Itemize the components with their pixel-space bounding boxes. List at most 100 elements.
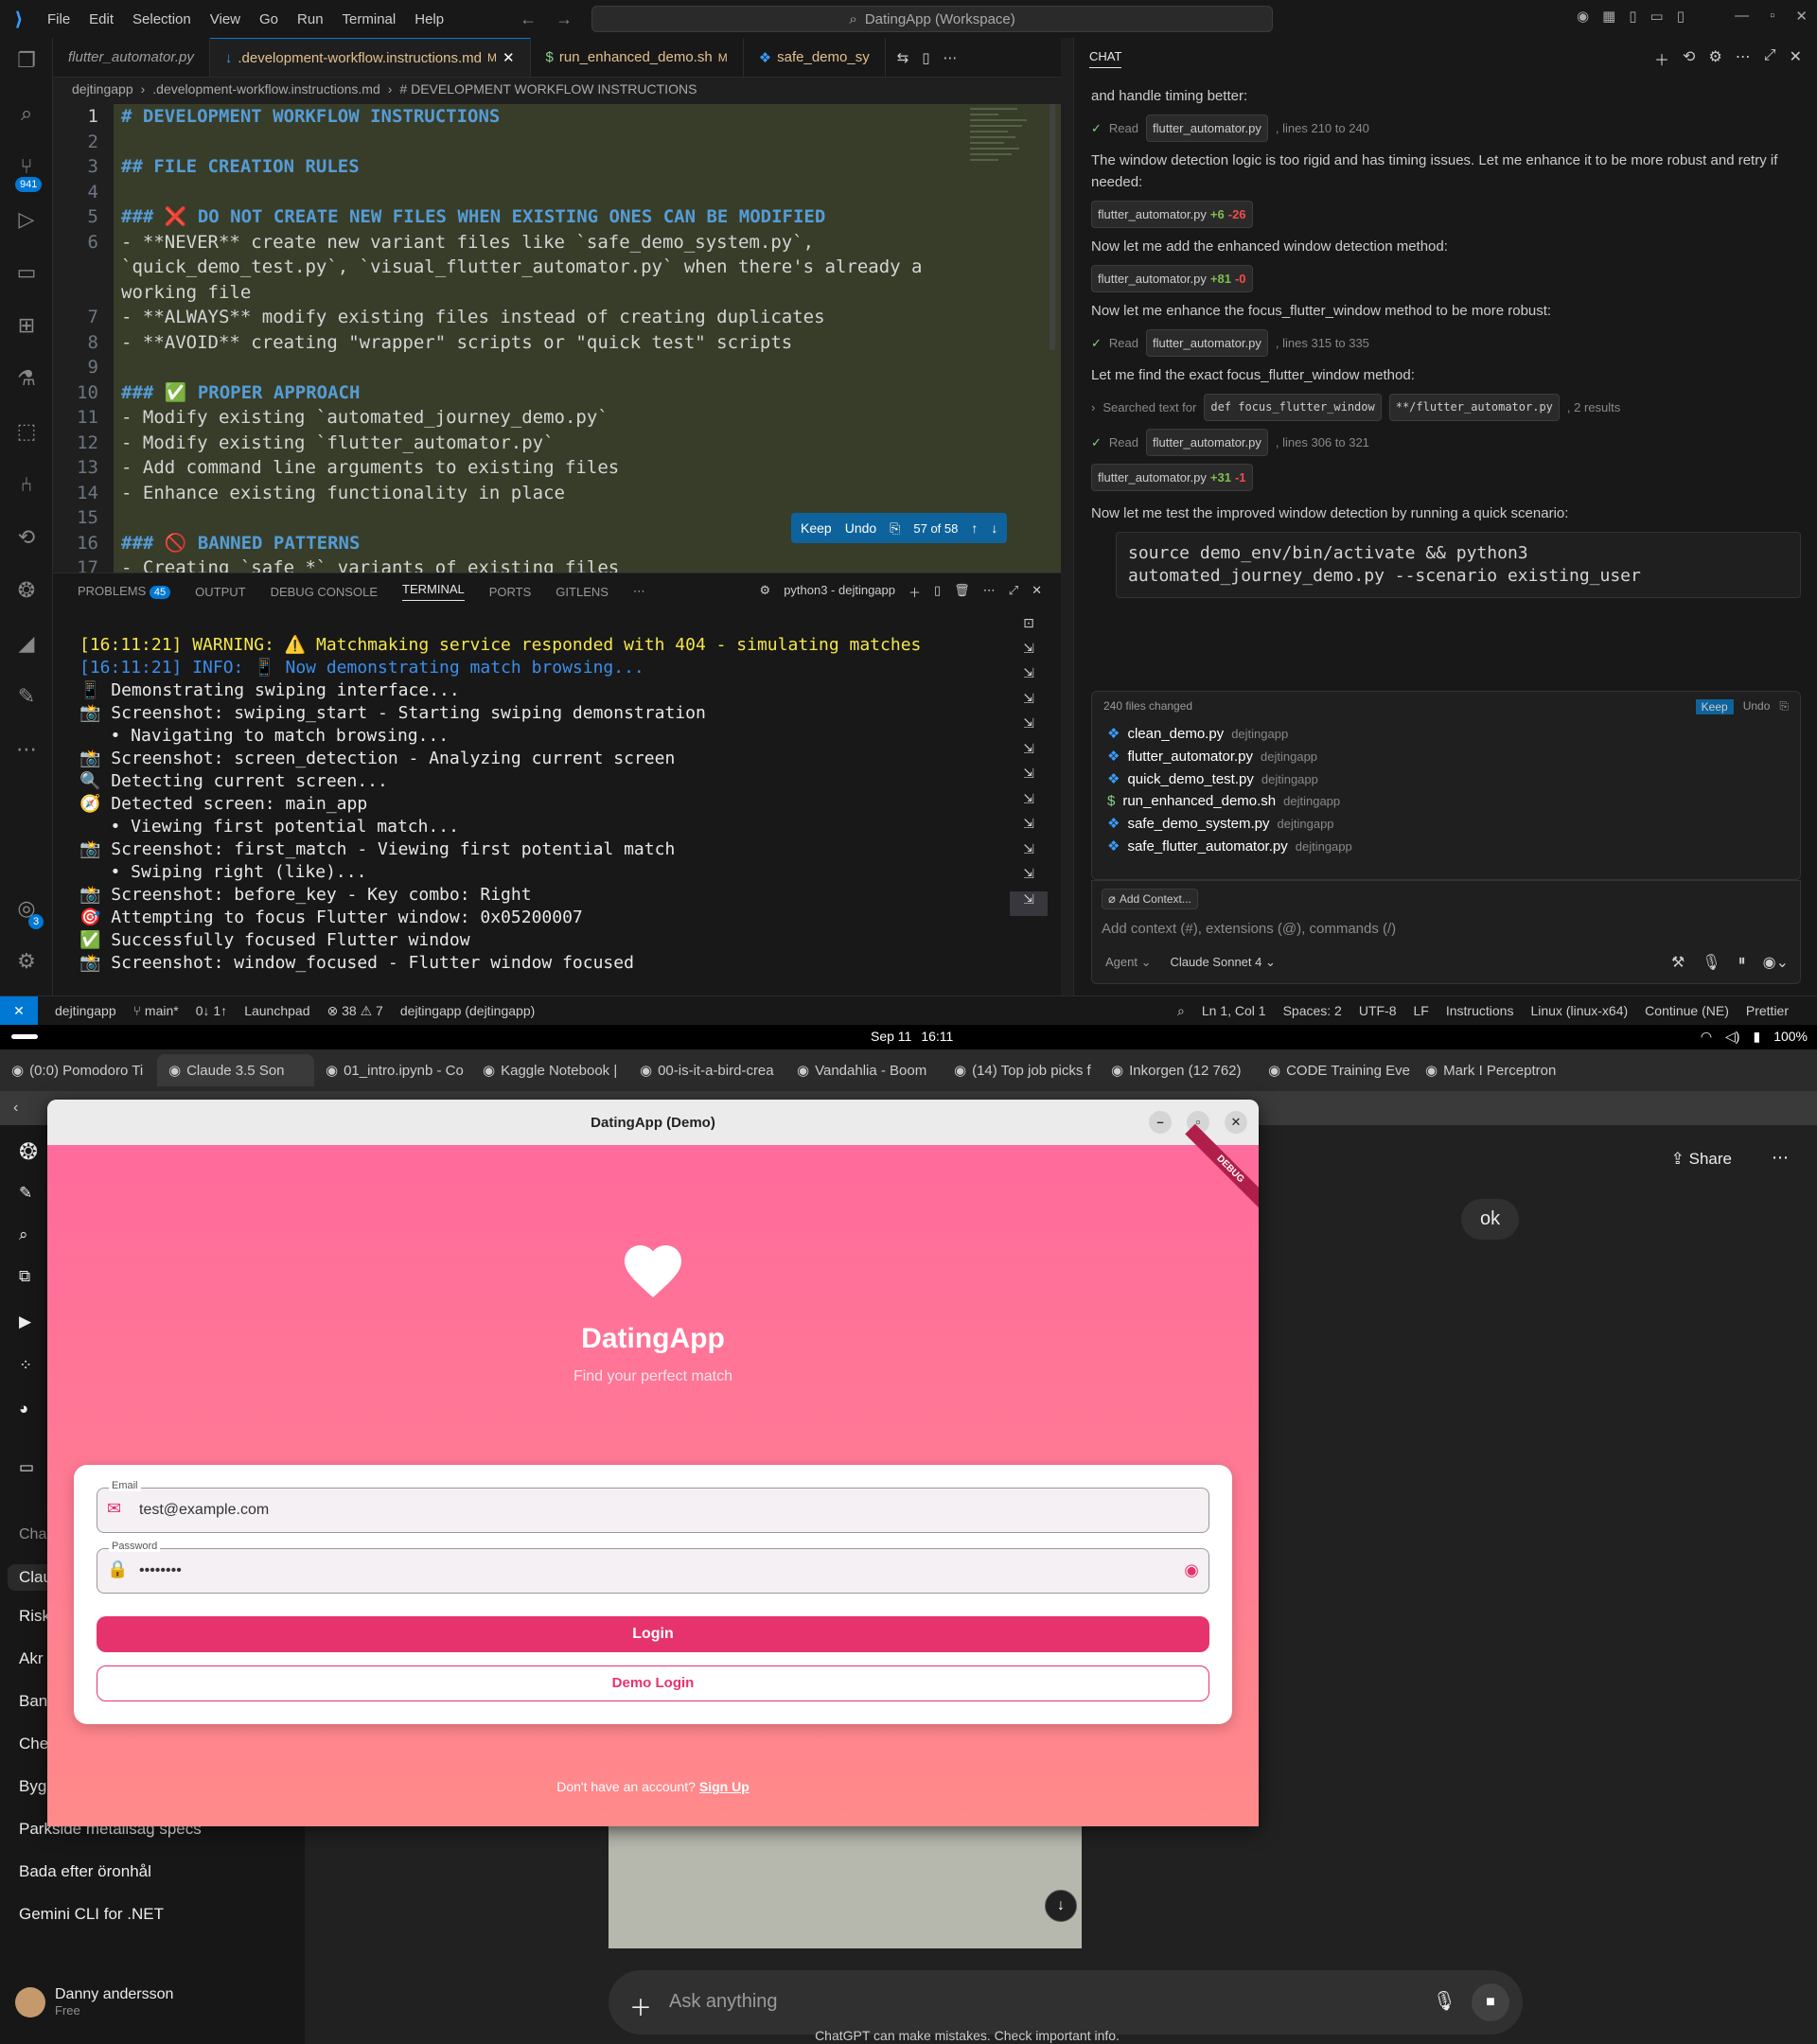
status-eol[interactable]: LF: [1414, 1003, 1429, 1018]
terminal-output[interactable]: [16:11:21] WARNING: ⚠️ Matchmaking servi…: [79, 634, 1026, 975]
browser-tab[interactable]: ◉ Inkorgen (12 762): [1100, 1062, 1257, 1080]
new-chat-icon[interactable]: ＋: [1654, 47, 1669, 70]
terminal-command-block[interactable]: source demo_env/bin/activate && python3 …: [1116, 532, 1801, 598]
minimize-icon[interactable]: —: [1735, 8, 1749, 25]
testing-icon[interactable]: ⚗: [13, 365, 40, 392]
stop-button[interactable]: ■: [1472, 1983, 1509, 2021]
edit-chip[interactable]: flutter_automator.py +31 -1: [1091, 464, 1253, 491]
more-actions-icon[interactable]: ⋯: [944, 49, 958, 66]
close-icon[interactable]: ✕: [1795, 8, 1808, 25]
email-field[interactable]: Email ✉ test@example.com: [97, 1480, 1209, 1533]
chat-input[interactable]: Add context (#), extensions (@), command…: [1102, 921, 1396, 937]
terminal-instance-icon[interactable]: ⇲: [1010, 866, 1048, 891]
plus-icon[interactable]: ＋: [629, 1989, 652, 2022]
remote-explorer-icon[interactable]: ▭: [13, 259, 40, 286]
close-panel-icon[interactable]: ✕: [1032, 583, 1042, 601]
undo-button[interactable]: Undo: [845, 520, 876, 536]
maximize-panel-icon[interactable]: ⤢: [1009, 583, 1018, 601]
breadcrumb-file[interactable]: .development-workflow.instructions.md: [152, 81, 379, 98]
menu-selection[interactable]: Selection: [132, 11, 191, 27]
browser-tab[interactable]: ◉ (14) Top job picks f: [943, 1062, 1100, 1080]
tab-safe-demo[interactable]: ❖ safe_demo_sy: [744, 38, 886, 77]
menu-run[interactable]: Run: [297, 11, 324, 27]
menu-help[interactable]: Help: [415, 11, 444, 27]
login-button[interactable]: Login: [97, 1616, 1209, 1652]
git-graph-icon[interactable]: ⟲: [13, 524, 40, 551]
browser-tab[interactable]: ◉ Claude 3.5 Son: [157, 1054, 314, 1086]
toggle-panel-icon[interactable]: ▭: [1650, 8, 1664, 25]
status-continue[interactable]: Continue (NE): [1645, 1003, 1729, 1018]
terminal-instance-icon[interactable]: ⇲: [1010, 691, 1048, 716]
toggle-secondary-sidebar-icon[interactable]: ▯: [1677, 8, 1685, 25]
status-position[interactable]: Ln 1, Col 1: [1202, 1003, 1266, 1018]
flutter-icon[interactable]: ◢: [13, 630, 40, 657]
attached-image[interactable]: [609, 1825, 1082, 1948]
arrow-down-icon[interactable]: ↓: [991, 520, 997, 536]
editor-scrollbar[interactable]: [1050, 104, 1055, 350]
terminal-instance-icon[interactable]: ⇲: [1010, 841, 1048, 867]
sidebar-chat-item[interactable]: Risk: [19, 1607, 50, 1626]
microphone-icon[interactable]: 🎙: [1433, 1989, 1456, 2013]
explorer-icon[interactable]: ❐: [13, 47, 40, 74]
file-chip[interactable]: flutter_automator.py: [1145, 115, 1268, 142]
status-sync[interactable]: 0↓ 1↑: [196, 1003, 227, 1018]
search-icon[interactable]: ⌕: [13, 100, 40, 127]
code-editor[interactable]: 1 # DEVELOPMENT WORKFLOW INSTRUCTIONS 2 3 ##…: [53, 104, 1061, 573]
status-folder[interactable]: dejtingapp: [55, 1003, 116, 1018]
changed-file-item[interactable]: ❖ flutter_automator.py dejtingapp: [1092, 745, 1800, 767]
menu-view[interactable]: View: [210, 11, 240, 27]
maximize-icon[interactable]: ⤢: [1764, 47, 1776, 70]
history-icon[interactable]: ⟲: [1683, 47, 1695, 70]
status-os[interactable]: Linux (linux-x64): [1530, 1003, 1628, 1018]
gitlens-icon[interactable]: ⑃: [13, 471, 40, 498]
tab-workflow-instructions[interactable]: ↓ .development-workflow.instructions.md …: [209, 38, 531, 77]
file-chip[interactable]: flutter_automator.py: [1145, 429, 1268, 456]
eye-icon[interactable]: ◉: [1184, 1560, 1199, 1580]
tab-terminal[interactable]: TERMINAL: [402, 582, 465, 601]
more-icon[interactable]: ⋯: [983, 583, 996, 601]
zoom-icon[interactable]: ⌕: [1177, 1003, 1185, 1019]
terminal-instance-icon[interactable]: ⇲: [1010, 641, 1048, 666]
minimap[interactable]: [966, 104, 1042, 199]
scroll-down-icon[interactable]: ↓: [1045, 1890, 1077, 1922]
search-reference[interactable]: › Searched text for def focus_flutter_wind…: [1091, 394, 1801, 421]
sidebar-chat-item[interactable]: Bada efter öronhål: [19, 1862, 151, 1881]
user-menu[interactable]: Danny andersson Free: [15, 1986, 173, 2018]
terminal-instance-icon[interactable]: ⇲: [1010, 791, 1048, 817]
toggle-sidebar-icon[interactable]: ▯: [1629, 8, 1636, 25]
clock[interactable]: Sep 11 16:11: [871, 1029, 953, 1044]
status-spaces[interactable]: Spaces: 2: [1283, 1003, 1342, 1018]
add-context-button[interactable]: ⌀ Add Context...: [1102, 889, 1198, 909]
run-debug-icon[interactable]: ▷: [13, 206, 40, 233]
terminal-instance-icon[interactable]: ⇲: [1010, 741, 1048, 766]
changed-file-item[interactable]: ❖ safe_flutter_automator.py dejtingapp: [1092, 835, 1800, 857]
more-icon[interactable]: ⋯: [633, 584, 645, 599]
tab-output[interactable]: OUTPUT: [195, 585, 245, 599]
maximize-icon[interactable]: ▫: [1770, 8, 1774, 25]
docker-icon[interactable]: ⬚: [13, 418, 40, 445]
minimize-icon[interactable]: –: [1149, 1111, 1172, 1134]
command-center[interactable]: ⌕ DatingApp (Workspace): [591, 6, 1274, 32]
password-field[interactable]: Password 🔒 •••••••• ◉: [97, 1541, 1209, 1594]
back-icon[interactable]: ‹: [13, 1100, 18, 1117]
terminal-instance-icon[interactable]: ⇲: [1010, 665, 1048, 691]
undo-all-button[interactable]: Undo: [1743, 699, 1771, 714]
more-icon[interactable]: ⋯: [13, 736, 40, 763]
changed-file-item[interactable]: ❖ quick_demo_test.py dejtingapp: [1092, 767, 1800, 790]
status-prettier[interactable]: Prettier: [1746, 1003, 1789, 1018]
library-icon[interactable]: ⧉: [19, 1267, 30, 1286]
status-branch[interactable]: ⑂ main*: [133, 1003, 179, 1018]
model-picker[interactable]: Claude Sonnet 4 ⌄: [1171, 955, 1276, 970]
status-problems[interactable]: ⊗ 38 ⚠ 7: [326, 1003, 382, 1019]
more-icon[interactable]: ⋯: [1772, 1148, 1789, 1168]
tab-debug-console[interactable]: DEBUG CONSOLE: [271, 585, 378, 599]
edit-chip[interactable]: flutter_automator.py +81 -0: [1091, 265, 1253, 292]
browser-tab[interactable]: ◉ Mark I Perceptron: [1414, 1062, 1571, 1080]
forward-arrow-icon[interactable]: →: [556, 9, 573, 29]
browser-tab[interactable]: ◉ CODE Training Eve: [1257, 1062, 1414, 1080]
projects-icon[interactable]: ▭: [19, 1458, 34, 1477]
terminal-instance-icon[interactable]: ⇲: [1010, 715, 1048, 741]
terminal-name[interactable]: python3 - dejtingapp: [784, 583, 895, 601]
tab-run-enhanced-demo[interactable]: $ run_enhanced_demo.sh M: [531, 38, 744, 77]
menu-edit[interactable]: Edit: [89, 11, 114, 27]
